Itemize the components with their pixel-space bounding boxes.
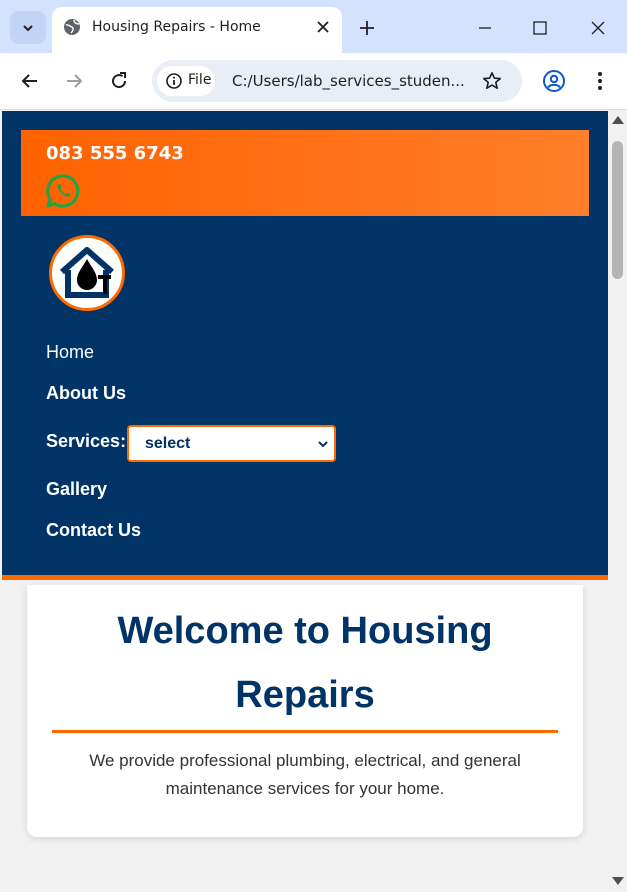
tab-close-button[interactable]: [314, 18, 332, 36]
reload-button[interactable]: [107, 69, 131, 93]
bookmark-star-icon[interactable]: [482, 71, 502, 91]
site-header: 083 555 6743 Home About Us Services: sel…: [2, 111, 608, 580]
welcome-card: Welcome to Housing Repairs We provide pr…: [27, 585, 583, 837]
window-close-icon[interactable]: [587, 17, 609, 39]
nav-about-link[interactable]: About Us: [46, 383, 126, 404]
url-text[interactable]: C:/Users/lab_services_studen...: [232, 72, 477, 90]
new-tab-button[interactable]: [356, 17, 378, 39]
services-selected-value: select: [145, 435, 191, 452]
arrow-right-icon: [67, 74, 83, 88]
nav-contact-link[interactable]: Contact Us: [46, 520, 141, 541]
arrow-left-icon: [21, 74, 37, 88]
site-info-chip[interactable]: File: [157, 66, 215, 96]
maximize-icon[interactable]: [529, 17, 551, 39]
site-chip-label: File: [188, 72, 212, 88]
scroll-up-arrow[interactable]: [612, 116, 624, 124]
back-button[interactable]: [18, 69, 42, 93]
reload-icon: [112, 72, 127, 89]
logo-icon: [60, 247, 114, 298]
forward-button[interactable]: [62, 69, 86, 93]
active-tab[interactable]: Housing Repairs - Home: [52, 7, 342, 53]
scroll-down-arrow[interactable]: [612, 877, 624, 885]
browser-toolbar: File C:/Users/lab_services_studen...: [0, 53, 627, 110]
chevron-down-icon: [23, 24, 33, 31]
more-menu-icon[interactable]: [588, 69, 612, 93]
nav-gallery-link[interactable]: Gallery: [46, 479, 107, 500]
plus-icon: [360, 21, 374, 35]
scroll-thumb[interactable]: [612, 141, 623, 279]
page-scrollbar[interactable]: [608, 111, 627, 892]
close-icon: [317, 21, 329, 33]
profile-icon[interactable]: [542, 69, 566, 93]
whatsapp-icon[interactable]: [45, 173, 81, 209]
contact-topbar: 083 555 6743: [21, 130, 589, 216]
minimize-icon[interactable]: [474, 17, 496, 39]
tab-search-button[interactable]: [10, 11, 46, 44]
house-water-drop-logo[interactable]: [49, 235, 125, 311]
page-viewport: 083 555 6743 Home About Us Services: sel…: [0, 111, 608, 892]
tab-title: Housing Repairs - Home: [92, 19, 261, 35]
nav-services-label: Services:: [46, 431, 127, 451]
info-icon: [166, 73, 182, 89]
address-bar[interactable]: File C:/Users/lab_services_studen...: [152, 60, 522, 102]
page-title: Welcome to Housing Repairs: [117, 610, 493, 716]
nav-home-link[interactable]: Home: [46, 342, 94, 363]
globe-icon: [64, 19, 80, 35]
title-divider: [52, 730, 558, 733]
welcome-intro-text: We provide professional plumbing, electr…: [89, 751, 521, 798]
browser-tab-strip: Housing Repairs - Home: [0, 0, 627, 53]
phone-number[interactable]: 083 555 6743: [46, 143, 184, 164]
chevron-down-icon: [318, 441, 328, 448]
services-dropdown[interactable]: select: [127, 425, 336, 462]
